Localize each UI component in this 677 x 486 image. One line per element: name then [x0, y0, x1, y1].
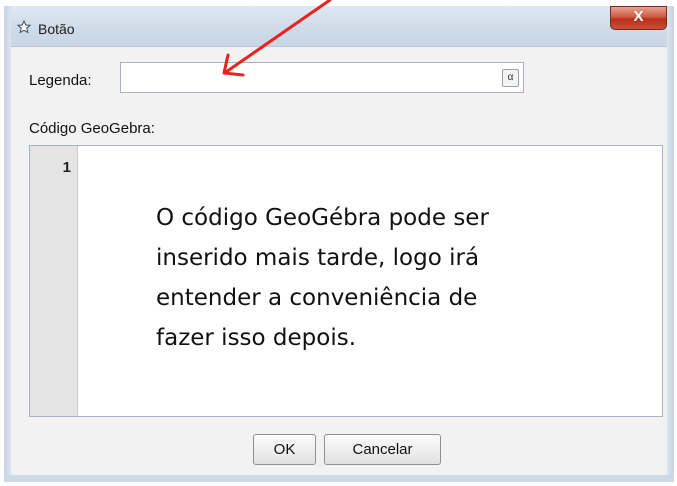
- annotation-text: O código GeoGébra pode ser inserido mais…: [156, 198, 596, 358]
- cancel-button[interactable]: Cancelar: [324, 434, 441, 465]
- star-outline-icon: [17, 20, 31, 34]
- legend-input[interactable]: [120, 62, 524, 93]
- annotation-line: O código GeoGébra pode ser: [156, 205, 489, 231]
- ok-button[interactable]: OK: [253, 434, 316, 465]
- window-frame-right: [667, 6, 674, 482]
- annotation-line: inserido mais tarde, logo irá: [156, 245, 480, 271]
- close-button[interactable]: X: [610, 6, 667, 30]
- legend-label: Legenda:: [29, 72, 92, 89]
- window-frame-bottom: [4, 475, 674, 482]
- annotation-line: fazer isso depois.: [156, 325, 357, 351]
- window-frame-left: [4, 6, 11, 482]
- alpha-symbol-button[interactable]: α: [502, 69, 519, 87]
- window-title: Botão: [38, 21, 75, 37]
- line-number-gutter: 1: [30, 146, 78, 416]
- annotation-line: entender a conveniência de: [156, 285, 478, 311]
- code-label: Código GeoGebra:: [29, 120, 155, 137]
- line-number: 1: [62, 159, 71, 176]
- title-bar[interactable]: [4, 6, 674, 47]
